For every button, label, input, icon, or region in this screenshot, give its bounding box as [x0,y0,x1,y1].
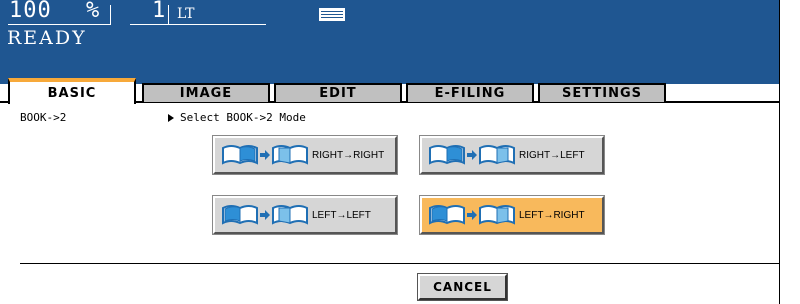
open-book-icon [272,205,308,225]
option-right-to-left[interactable]: RIGHT→LEFT [420,136,604,174]
open-book-icon [479,145,515,165]
copier-screen: 100 % 1 LT READY BASIC IMAGE EDIT E-FILI… [0,0,780,304]
tab-settings[interactable]: SETTINGS [538,83,666,102]
prompt-text: Select BOOK->2 Mode [180,111,306,124]
arrow-right-icon [467,150,477,160]
paper-tray-icon [319,8,345,21]
tab-image[interactable]: IMAGE [142,83,270,102]
cancel-button[interactable]: CANCEL [418,274,507,300]
copies-divider [168,5,169,25]
option-label: LEFT→RIGHT [519,209,585,221]
tab-edit[interactable]: EDIT [274,83,402,102]
open-book-icon [429,205,465,225]
open-book-icon [222,205,258,225]
option-label: RIGHT→LEFT [519,149,585,161]
footer-divider [20,263,780,264]
tab-e-filing[interactable]: E-FILING [406,83,534,102]
open-book-icon [479,205,515,225]
arrow-right-icon [260,210,270,220]
zoom-unit: % [86,0,100,23]
function-label: BOOK->2 [20,111,67,124]
status-area: 100 % 1 LT READY [0,0,780,84]
option-left-to-left[interactable]: LEFT→LEFT [213,196,397,234]
arrow-right-icon [260,150,270,160]
arrow-right-icon [467,210,477,220]
mode-prompt: Select BOOK->2 Mode [168,111,306,124]
zoom-divider [110,5,111,25]
option-label: RIGHT→RIGHT [312,149,385,161]
option-label: LEFT→LEFT [312,209,371,221]
machine-status: READY [7,27,87,49]
prompt-arrow-icon [168,114,174,122]
zoom-value: 100 [9,0,52,23]
tab-basic[interactable]: BASIC [8,78,136,104]
paper-size: LT [177,6,195,22]
copies-count: 1 [152,0,166,23]
open-book-icon [272,145,308,165]
open-book-icon [429,145,465,165]
option-right-to-right[interactable]: RIGHT→RIGHT [213,136,397,174]
screen-right-edge [779,0,780,304]
copies-underline [130,24,266,25]
zoom-underline [8,24,111,25]
option-left-to-right[interactable]: LEFT→RIGHT [420,196,604,234]
open-book-icon [222,145,258,165]
